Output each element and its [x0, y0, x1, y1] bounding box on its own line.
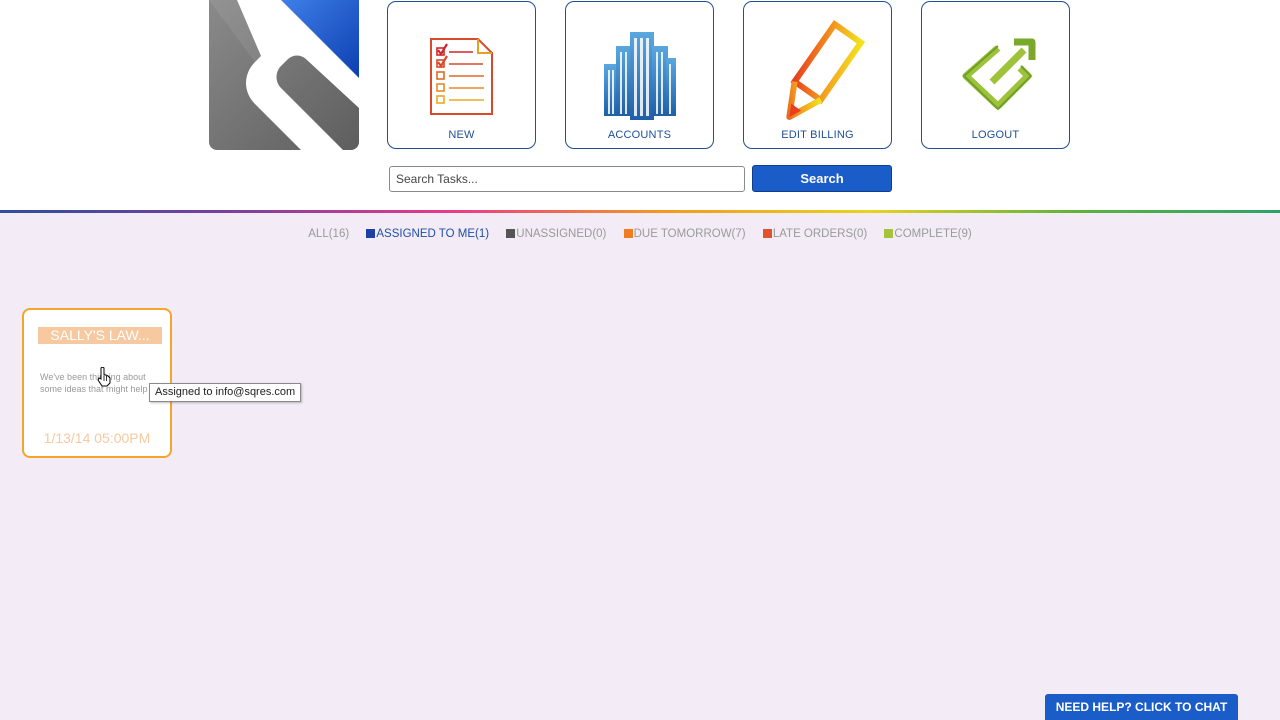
- tile-label-accounts: ACCOUNTS: [607, 129, 672, 141]
- hand-cursor-icon: [97, 367, 111, 387]
- filter-label: UNASSIGNED(0): [516, 228, 607, 240]
- filter-label: ASSIGNED TO ME(1): [376, 228, 490, 240]
- filter-label: DUE TOMORROW(7): [633, 228, 746, 240]
- filter-due-tomorrow[interactable]: DUE TOMORROW(7): [623, 228, 746, 240]
- filter-complete[interactable]: COMPLETE(9): [884, 228, 972, 240]
- logout-tile-button[interactable]: LOGOUT: [921, 1, 1070, 149]
- task-card-title: SALLY'S LAW...: [38, 327, 162, 344]
- task-card-due-date: 1/13/14 05:00PM: [43, 430, 151, 446]
- chat-help-button[interactable]: NEED HELP? CLICK TO CHAT: [1045, 694, 1238, 720]
- tile-label-edit-billing: EDIT BILLING: [781, 129, 854, 141]
- edit-billing-tile-button[interactable]: EDIT BILLING: [743, 1, 892, 149]
- filter-label: ALL(16): [308, 228, 350, 240]
- logout-arrow-icon: [962, 38, 1036, 111]
- grey-swatch-icon: [506, 229, 516, 238]
- orange-swatch-icon: [623, 229, 633, 238]
- task-filter-bar: ALL(16) ASSIGNED TO ME(1) UNASSIGNED(0) …: [0, 228, 1280, 240]
- accounts-tile-button[interactable]: ACCOUNTS: [565, 1, 714, 149]
- pencil-icon: [786, 20, 866, 120]
- filter-label: COMPLETE(9): [894, 228, 972, 240]
- task-list-icon: [430, 38, 493, 115]
- filter-assigned-to-me[interactable]: ASSIGNED TO ME(1): [366, 228, 489, 240]
- filter-label: LATE ORDERS(0): [772, 228, 868, 240]
- buildings-icon: [604, 32, 676, 120]
- search-input[interactable]: [389, 166, 745, 192]
- company-logo[interactable]: [209, 0, 359, 150]
- filter-late-orders[interactable]: LATE ORDERS(0): [762, 228, 868, 240]
- green-swatch-icon: [884, 229, 894, 238]
- new-tile-button[interactable]: NEW: [387, 1, 536, 149]
- filter-unassigned[interactable]: UNASSIGNED(0): [506, 228, 606, 240]
- filter-all[interactable]: ALL(16): [308, 228, 349, 240]
- tile-label-new: NEW: [448, 129, 475, 141]
- header-divider: [0, 210, 1280, 213]
- red-swatch-icon: [762, 229, 772, 238]
- blue-swatch-icon: [366, 229, 376, 238]
- search-button[interactable]: Search: [752, 165, 892, 192]
- assignee-tooltip: Assigned to info@sqres.com: [149, 383, 302, 402]
- tile-label-logout: LOGOUT: [971, 129, 1020, 141]
